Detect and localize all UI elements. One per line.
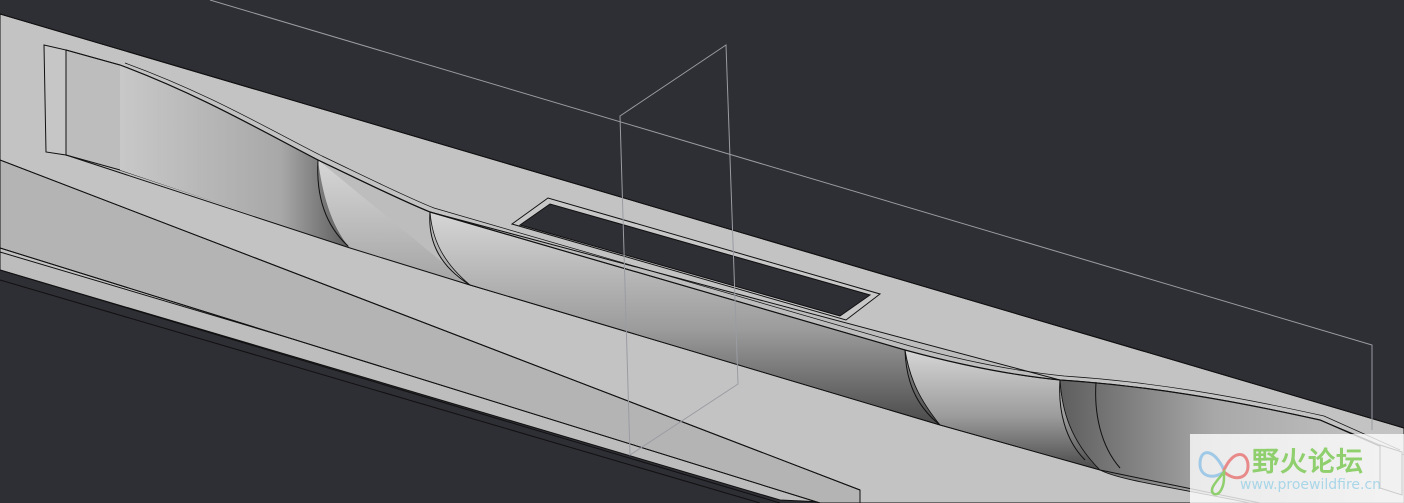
watermark-title: 野火论坛 <box>1252 447 1364 478</box>
cad-viewport[interactable]: 野火论坛 www.proewildfire.cn <box>0 0 1404 503</box>
model-canvas[interactable] <box>0 0 1404 503</box>
watermark-url: www.proewildfire.cn <box>1240 477 1382 493</box>
model-end-cap-outer <box>43 44 67 156</box>
watermark: 野火论坛 www.proewildfire.cn <box>1190 434 1404 503</box>
